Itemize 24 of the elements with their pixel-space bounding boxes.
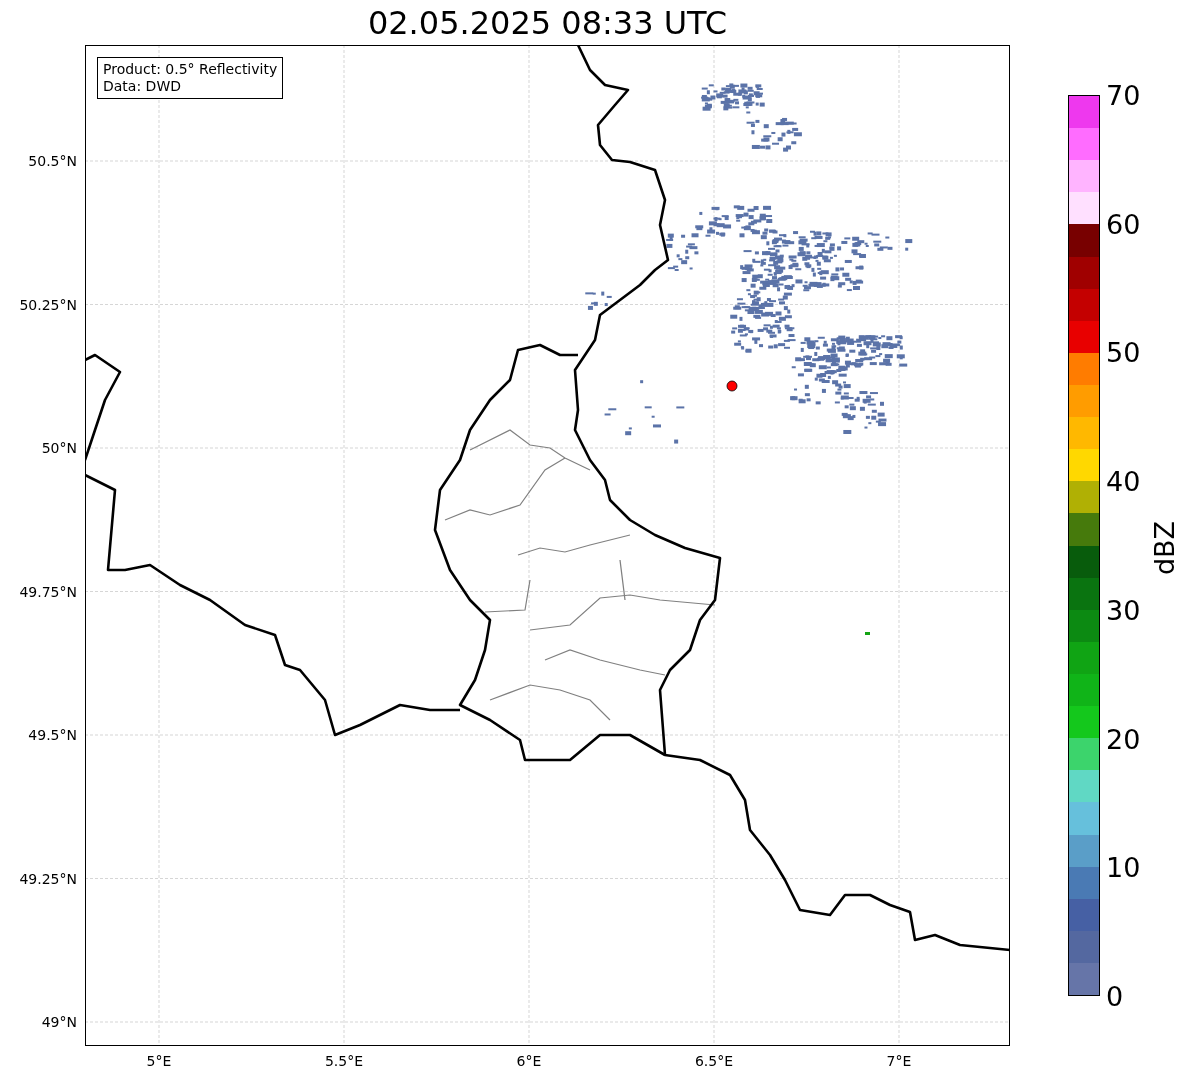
- info-text: Product: 0.5° Reflectivity: [103, 61, 278, 78]
- colorbar-tick-label: 40: [1106, 467, 1141, 495]
- longitude-label: 5.5°E: [324, 1054, 364, 1068]
- info-text: Data: DWD: [103, 78, 182, 95]
- latitude-label: 49.5°N: [28, 728, 77, 742]
- latitude-label: 50°N: [41, 441, 77, 455]
- latitude-label: 50.5°N: [28, 154, 77, 168]
- colorbar-tick-label: 50: [1106, 338, 1141, 366]
- chart-title: 02.05.2025 08:33 UTC: [367, 6, 728, 39]
- colorbar-tick-label: 60: [1106, 210, 1141, 238]
- latitude-label: 50.25°N: [19, 297, 77, 312]
- longitude-label: 5°E: [146, 1054, 172, 1068]
- latitude-label: 49°N: [41, 1015, 77, 1029]
- colorbar-tick-label: 30: [1106, 596, 1141, 624]
- longitude-label: 7°E: [886, 1054, 912, 1068]
- latitude-label: 49.25°N: [19, 871, 77, 886]
- longitude-label: 6°E: [516, 1054, 542, 1068]
- colorbar-tick-label: 20: [1106, 725, 1141, 753]
- colorbar-tick-label: 0: [1106, 982, 1124, 1010]
- colorbar-label: dBZ: [1148, 520, 1180, 576]
- colorbar-tick-label: 10: [1106, 853, 1141, 881]
- latitude-label: 49.75°N: [19, 584, 77, 599]
- longitude-label: 6.5°E: [694, 1054, 734, 1068]
- colorbar-tick-label: 70: [1106, 81, 1141, 109]
